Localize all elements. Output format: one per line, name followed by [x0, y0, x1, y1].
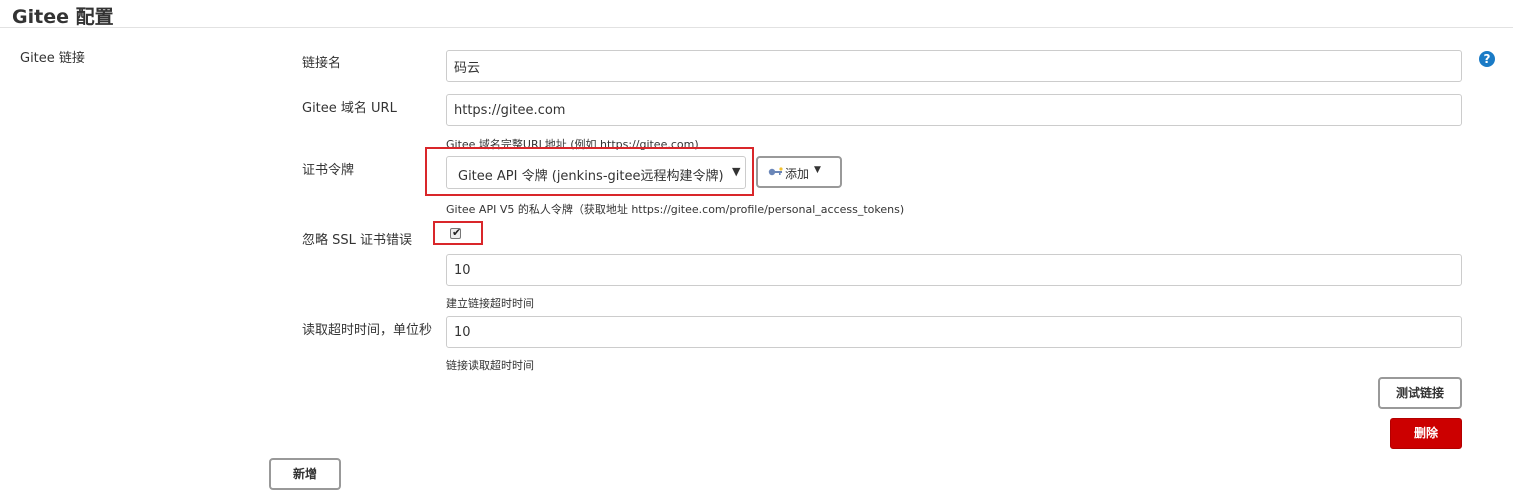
delete-button[interactable]: 删除 [1390, 418, 1462, 449]
dropdown-arrow-icon: ▼ [732, 165, 741, 178]
section-divider [0, 27, 1513, 28]
add-new-button[interactable]: 新增 [269, 458, 341, 490]
checkmark-icon: ✔ [452, 226, 462, 239]
read-timeout-input[interactable] [446, 316, 1462, 348]
host-url-input[interactable] [446, 94, 1462, 126]
gitee-connection-label: Gitee 链接 [20, 51, 85, 66]
section-title: Gitee 配置 [12, 6, 114, 28]
add-credentials-button[interactable]: 添加 ▼ [756, 156, 842, 188]
connect-timeout-input[interactable] [446, 254, 1462, 286]
host-url-label: Gitee 域名 URL [302, 101, 397, 116]
ignore-ssl-checkbox[interactable]: ✔ [450, 226, 462, 239]
chevron-down-icon: ▼ [814, 165, 821, 175]
read-timeout-label: 读取超时时间，单位秒 [302, 323, 433, 338]
help-icon[interactable]: ? [1479, 51, 1495, 67]
add-credentials-label: 添加 [785, 167, 810, 181]
connection-name-input[interactable] [446, 50, 1462, 82]
test-connection-button[interactable]: 测试链接 [1378, 377, 1462, 409]
connection-name-label: 链接名 [302, 56, 342, 71]
credentials-help: Gitee API V5 的私人令牌（获取地址 https://gitee.co… [446, 203, 905, 216]
key-icon [768, 167, 783, 176]
connect-timeout-help: 建立链接超时时间 [446, 297, 534, 310]
read-timeout-help: 链接读取超时时间 [446, 359, 534, 372]
credentials-selected-value: Gitee API 令牌 (jenkins-gitee远程构建令牌) [458, 169, 724, 184]
ignore-ssl-label: 忽略 SSL 证书错误 [302, 233, 413, 248]
credentials-label: 证书令牌 [302, 163, 355, 178]
credentials-select[interactable]: Gitee API 令牌 (jenkins-gitee远程构建令牌) ▼ [446, 156, 746, 189]
